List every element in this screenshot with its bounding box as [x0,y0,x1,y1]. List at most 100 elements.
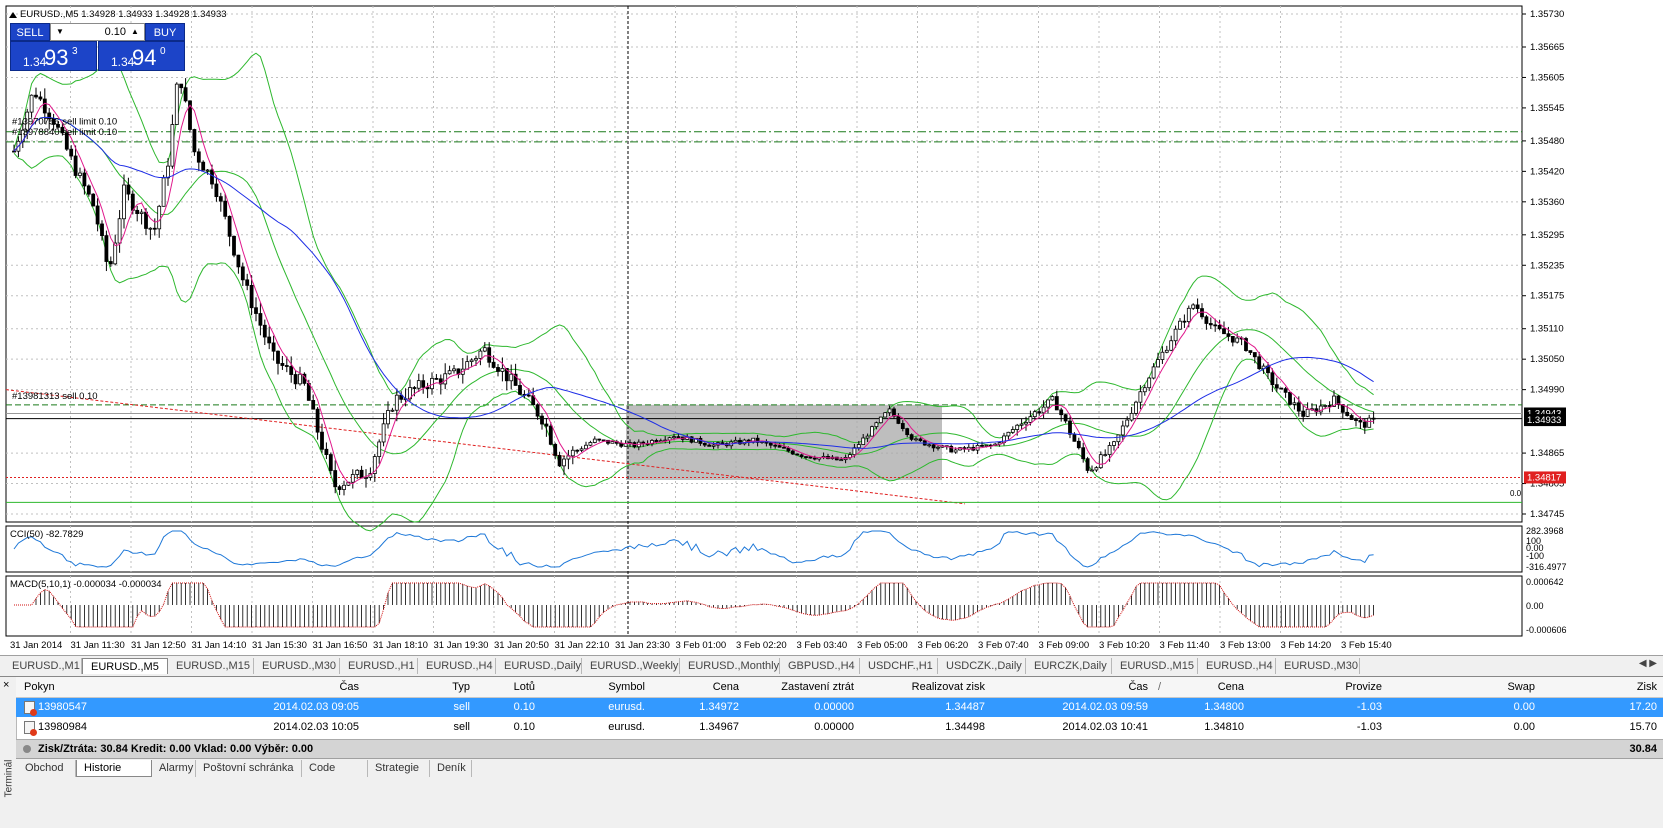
cell-lots: 0.10 [513,721,535,733]
buy-price-button[interactable]: 1.34 94 0 [98,41,185,71]
candle [1367,417,1372,428]
chart-tab-9[interactable]: GBPUSD.,H4 [780,658,860,674]
candle [518,385,522,395]
terminal-tabs-bar: ObchodHistorie účtuAlarmyPoštovní schrán… [16,758,1663,791]
candle [1169,340,1174,351]
price-axis-label: 1.35360 [1530,197,1564,208]
candle [1028,416,1033,423]
chart-tab-2[interactable]: EURUSD.,M15 [168,658,254,674]
candle [544,423,549,427]
chart-tab-4[interactable]: EURUSD.,H1 [340,658,418,674]
tab-scroll-arrows-icon[interactable]: ◀ ▶ [1639,658,1657,669]
col-open-time[interactable]: Čas [339,677,359,697]
chart-tab-1[interactable]: EURUSD.,M5 [82,658,168,674]
cell-close-price: 1.34810 [1204,721,1244,733]
candle [289,366,294,375]
terminal-tab-2[interactable]: Alarmy [152,760,196,777]
col-stop-loss[interactable]: Zastavení ztrát [781,677,854,697]
chart-tab-8[interactable]: EURUSD.,Monthly [680,658,780,674]
col-open-price[interactable]: Cena [713,677,739,697]
sell-price-button[interactable]: 1.34 93 3 [10,41,97,71]
candle [1164,349,1169,353]
lot-size-input[interactable]: ▼ 0.10 ▲ [50,23,145,41]
candle [918,438,923,442]
col-profit[interactable]: Zisk [1637,677,1657,697]
candle [1182,320,1187,323]
chart-tab-13[interactable]: EURUSD.,M15 [1112,658,1198,674]
time-axis-label: 3 Feb 02:20 [736,640,787,651]
candle [702,443,707,446]
dropdown-arrow-icon[interactable]: ▼ [54,26,66,38]
col-symbol[interactable]: Symbol [608,677,645,697]
col-order[interactable]: Pokyn [24,677,55,697]
candle [1103,454,1108,457]
candle [852,447,857,456]
candle [1358,420,1363,423]
chart-tab-3[interactable]: EURUSD.,M30 [254,658,340,674]
close-icon[interactable]: × [3,679,9,691]
chart-tab-10[interactable]: USDCHF.,H1 [860,658,938,674]
candle [1362,421,1367,428]
fibo-zero-label: 0.0 [1510,489,1522,498]
price-axis-label: 1.34745 [1530,509,1564,520]
chart-tab-5[interactable]: EURUSD.,H4 [418,658,496,674]
chart-tab-14[interactable]: EURUSD.,H4 [1198,658,1276,674]
terminal-tab-4[interactable]: Code Base [302,760,368,791]
col-lots[interactable]: Lotů [514,677,535,697]
chart-tab-11[interactable]: USDCZK.,Daily [938,658,1026,674]
candle [1024,422,1028,425]
price-chart[interactable]: 31 Jan 2014 31 Jan 11:30 31 Jan 12:50 31 Ja… [0,0,1663,654]
terminal-tab-1[interactable]: Historie účtu [76,760,152,791]
candle [1191,304,1196,309]
table-row[interactable]: 13980547 2014.02.03 09:05 sell 0.10 eurusd. 1… [16,698,1663,717]
terminal-tab-3[interactable]: Poštovní schránka [196,760,302,777]
time-axis-label: 31 Jan 22:10 [555,640,610,651]
buy-button[interactable]: BUY [145,23,185,41]
col-close-price[interactable]: Cena [1218,677,1244,697]
candle [1248,350,1253,353]
candle [1178,320,1182,330]
candle [192,129,197,153]
lot-increase-icon[interactable]: ▲ [129,26,141,38]
candle [839,459,844,462]
candle [218,196,223,202]
time-axis-label: 3 Feb 09:00 [1039,640,1090,651]
cci-axis-label: -100 [1526,551,1544,561]
chart-tab-7[interactable]: EURUSD.,Weekly [582,658,680,674]
price-axis-label: 1.35730 [1530,9,1564,20]
col-close-time[interactable]: Čas [1128,677,1148,697]
chart-tab-15[interactable]: EURUSD.,M30 [1276,658,1360,674]
candle [1006,431,1011,437]
candle [135,209,140,214]
terminal-tab-5[interactable]: Strategie [368,760,430,777]
sell-button[interactable]: SELL [10,23,50,41]
chart-pane[interactable]: 31 Jan 2014 31 Jan 11:30 31 Jan 12:50 31 Ja… [0,0,1663,690]
terminal-panel: × Terminál Pokyn Čas Typ Lotů Symbol Cen… [0,676,1663,828]
candle [350,474,355,483]
terminal-tab-6[interactable]: Deník [430,760,472,777]
col-type[interactable]: Typ [452,677,470,697]
col-take-profit[interactable]: Realizovat zisk [912,677,985,697]
price-axis-label: 1.35175 [1530,291,1564,302]
time-axis-label: 31 Jan 18:10 [373,640,428,651]
sell-price-main: 93 [44,45,69,70]
sell-price-pip: 3 [72,46,78,57]
candle [812,457,817,460]
lot-value[interactable]: 0.10 [105,26,126,38]
candle [1147,377,1152,389]
table-row[interactable]: 13980984 2014.02.03 10:05 sell 0.10 eurusd. 1… [16,718,1663,737]
candle [487,347,492,363]
col-commission[interactable]: Provize [1345,677,1382,697]
chart-tab-12[interactable]: EURCZK,Daily [1026,658,1112,674]
candle [909,434,914,440]
candle [1195,304,1200,309]
col-swap[interactable]: Swap [1507,677,1535,697]
candle [1015,424,1020,430]
chart-tab-0[interactable]: EURUSD.,M1 [4,658,82,674]
candle [878,416,883,424]
candle [245,279,250,286]
chart-tab-6[interactable]: EURUSD.,Daily [496,658,582,674]
candle [1186,307,1191,322]
cell-close-time: 2014.02.03 09:59 [1062,701,1148,713]
terminal-tab-0[interactable]: Obchod [18,760,76,777]
